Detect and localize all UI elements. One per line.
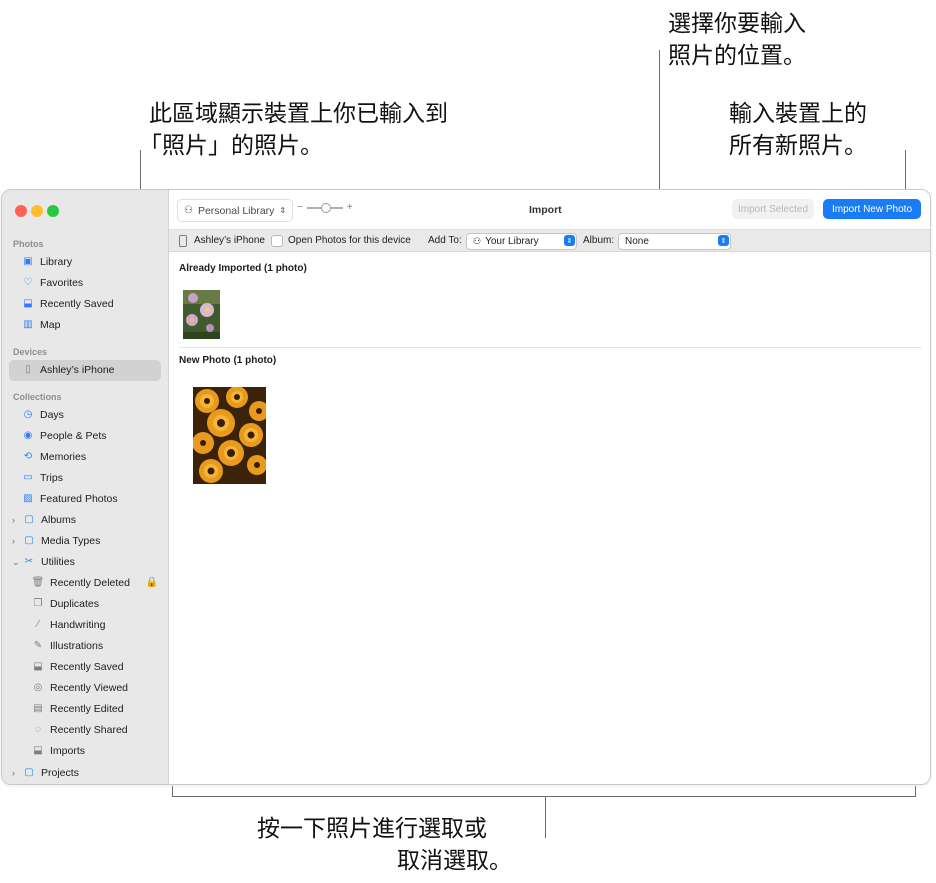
sidebar-item-trips[interactable]: ▭ Trips bbox=[22, 468, 63, 488]
iphone-icon: ▯ bbox=[25, 364, 31, 375]
sidebar-item-featured-photos[interactable]: ▨ Featured Photos bbox=[22, 489, 117, 509]
sidebar-item-handwriting[interactable]: ⁄ Handwriting bbox=[32, 615, 105, 635]
sidebar-item-memories[interactable]: ⟲ Memories bbox=[22, 447, 86, 467]
toolbar: ⚇ Personal Library ⇕ − + Import Import S… bbox=[169, 190, 930, 230]
folder-icon: ▢ bbox=[24, 514, 34, 525]
import-new-photo-button[interactable]: Import New Photo bbox=[823, 199, 921, 219]
zoom-knob[interactable] bbox=[321, 202, 332, 213]
close-window-button[interactable] bbox=[15, 205, 27, 217]
zoom-out-icon[interactable]: − bbox=[297, 202, 303, 213]
add-to-label: Add To: bbox=[428, 235, 462, 246]
clock-icon: ◷ bbox=[23, 409, 33, 420]
recently-saved-icon: ⬓ bbox=[33, 661, 43, 672]
sidebar-item-map[interactable]: ▥ Map bbox=[22, 315, 60, 335]
edit-icon: ▤ bbox=[33, 703, 43, 714]
recently-saved-icon: ⬓ bbox=[23, 298, 33, 309]
sidebar-item-projects[interactable]: › ▢ Projects bbox=[12, 763, 79, 783]
trash-icon: 🗑 bbox=[31, 577, 45, 588]
import-selected-button[interactable]: Import Selected bbox=[732, 199, 814, 219]
bracket-click-horizontal bbox=[172, 796, 916, 797]
eye-icon: ◎ bbox=[33, 682, 43, 693]
suitcase-icon: ▭ bbox=[23, 472, 33, 483]
album-label: Album: bbox=[583, 235, 615, 246]
sidebar-item-favorites[interactable]: ♡ Favorites bbox=[22, 273, 84, 293]
chevron-down-icon[interactable]: ⌄ bbox=[12, 557, 20, 568]
chevron-right-icon[interactable]: › bbox=[12, 768, 20, 778]
imported-photo-thumbnail[interactable] bbox=[183, 290, 220, 339]
sidebar-item-utilities[interactable]: ⌄ ✂ Utilities bbox=[12, 552, 75, 572]
sidebar-item-albums[interactable]: › ▢ Albums bbox=[12, 510, 76, 530]
import-icon: ⬓ bbox=[33, 745, 43, 756]
bracket-click-left bbox=[172, 786, 173, 797]
library-icon: ▣ bbox=[23, 256, 33, 267]
sidebar-item-recently-shared[interactable]: ◌ Recently Shared bbox=[32, 720, 128, 740]
person-icon: ⚇ bbox=[184, 205, 193, 216]
add-to-popup[interactable]: ⚇ Your Library ⇕ bbox=[466, 233, 577, 250]
callout-import-new: 輸入裝置上的 所有新照片。 bbox=[729, 101, 867, 159]
pencil-icon: ⁄ bbox=[37, 619, 39, 630]
folder-icon: ▢ bbox=[24, 767, 34, 778]
device-label: Ashley’s iPhone bbox=[179, 230, 265, 251]
sidebar-item-illustrations[interactable]: ✎ Illustrations bbox=[32, 636, 103, 656]
person-circle-icon: ◉ bbox=[23, 430, 33, 441]
library-selector[interactable]: ⚇ Personal Library ⇕ bbox=[177, 199, 294, 222]
person-icon: ⚇ bbox=[473, 236, 482, 246]
window-title: Import bbox=[529, 204, 562, 216]
featured-photos-icon: ▨ bbox=[23, 493, 33, 504]
iphone-icon bbox=[179, 234, 187, 247]
sidebar-item-people-pets[interactable]: ◉ People & Pets bbox=[22, 426, 107, 446]
chevron-right-icon[interactable]: › bbox=[12, 515, 20, 525]
callout-imported-area: 此區域顯示裝置上你已輸入到 「照片」的照片。 bbox=[139, 101, 448, 159]
updown-chevron-icon: ⇕ bbox=[279, 206, 287, 215]
zoom-window-button[interactable] bbox=[47, 205, 59, 217]
sidebar-item-library[interactable]: ▣ Library bbox=[22, 252, 72, 272]
chevron-right-icon[interactable]: › bbox=[12, 536, 20, 546]
new-photo-heading: New Photo (1 photo) bbox=[179, 355, 277, 366]
sidebar-item-utility-recently-saved[interactable]: ⬓ Recently Saved bbox=[32, 657, 123, 677]
photos-window: Photos ▣ Library ♡ Favorites ⬓ Recently … bbox=[1, 189, 931, 785]
sidebar-section-collections: Collections bbox=[13, 392, 62, 402]
zoom-in-icon[interactable]: + bbox=[347, 202, 353, 213]
album-popup[interactable]: None ⇕ bbox=[618, 233, 731, 250]
leader-click bbox=[545, 796, 546, 838]
sidebar-item-imports[interactable]: ⬓ Imports bbox=[32, 741, 85, 761]
updown-chevron-icon: ⇕ bbox=[718, 235, 729, 246]
already-imported-heading: Already Imported (1 photo) bbox=[179, 263, 307, 274]
sidebar-item-device[interactable]: ▯ Ashley’s iPhone bbox=[22, 360, 114, 380]
zoom-slider[interactable]: − + bbox=[297, 202, 353, 213]
sidebar: Photos ▣ Library ♡ Favorites ⬓ Recently … bbox=[2, 190, 169, 784]
bracket-click-right bbox=[915, 786, 916, 797]
folder-icon: ▢ bbox=[24, 535, 34, 546]
sidebar-item-recently-edited[interactable]: ▤ Recently Edited bbox=[32, 699, 123, 719]
device-bar: Ashley’s iPhone Open Photos for this dev… bbox=[169, 230, 930, 252]
sidebar-item-recently-saved[interactable]: ⬓ Recently Saved bbox=[22, 294, 113, 314]
lock-icon: 🔒 bbox=[145, 577, 159, 588]
callout-location: 選擇你要輸入 照片的位置。 bbox=[668, 11, 806, 69]
sidebar-section-devices: Devices bbox=[13, 347, 48, 357]
tools-icon: ✂ bbox=[24, 556, 34, 567]
duplicates-icon: ❐ bbox=[33, 598, 43, 609]
zoom-track[interactable] bbox=[306, 202, 343, 213]
section-divider bbox=[179, 347, 922, 348]
sidebar-section-photos: Photos bbox=[13, 239, 44, 249]
import-main-area: ⚇ Personal Library ⇕ − + Import Import S… bbox=[169, 190, 930, 784]
checkbox[interactable] bbox=[271, 234, 283, 247]
memories-icon: ⟲ bbox=[23, 451, 33, 462]
minimize-window-button[interactable] bbox=[31, 205, 43, 217]
updown-chevron-icon: ⇕ bbox=[564, 235, 575, 246]
sidebar-item-days[interactable]: ◷ Days bbox=[22, 405, 64, 425]
new-photo-thumbnail[interactable] bbox=[193, 387, 266, 484]
sidebar-item-recently-deleted[interactable]: 🗑 Recently Deleted 🔒 bbox=[32, 573, 164, 593]
sidebar-item-media-types[interactable]: › ▢ Media Types bbox=[12, 531, 100, 551]
map-icon: ▥ bbox=[23, 319, 33, 330]
illustrations-icon: ✎ bbox=[33, 640, 43, 651]
heart-icon: ♡ bbox=[23, 277, 33, 288]
sidebar-item-recently-viewed[interactable]: ◎ Recently Viewed bbox=[32, 678, 128, 698]
shared-icon: ◌ bbox=[35, 724, 41, 735]
sidebar-item-duplicates[interactable]: ❐ Duplicates bbox=[32, 594, 100, 614]
callout-click-select: 按一下照片進行選取或 取消選取。 bbox=[257, 816, 512, 874]
open-photos-checkbox[interactable]: Open Photos for this device bbox=[271, 230, 411, 251]
